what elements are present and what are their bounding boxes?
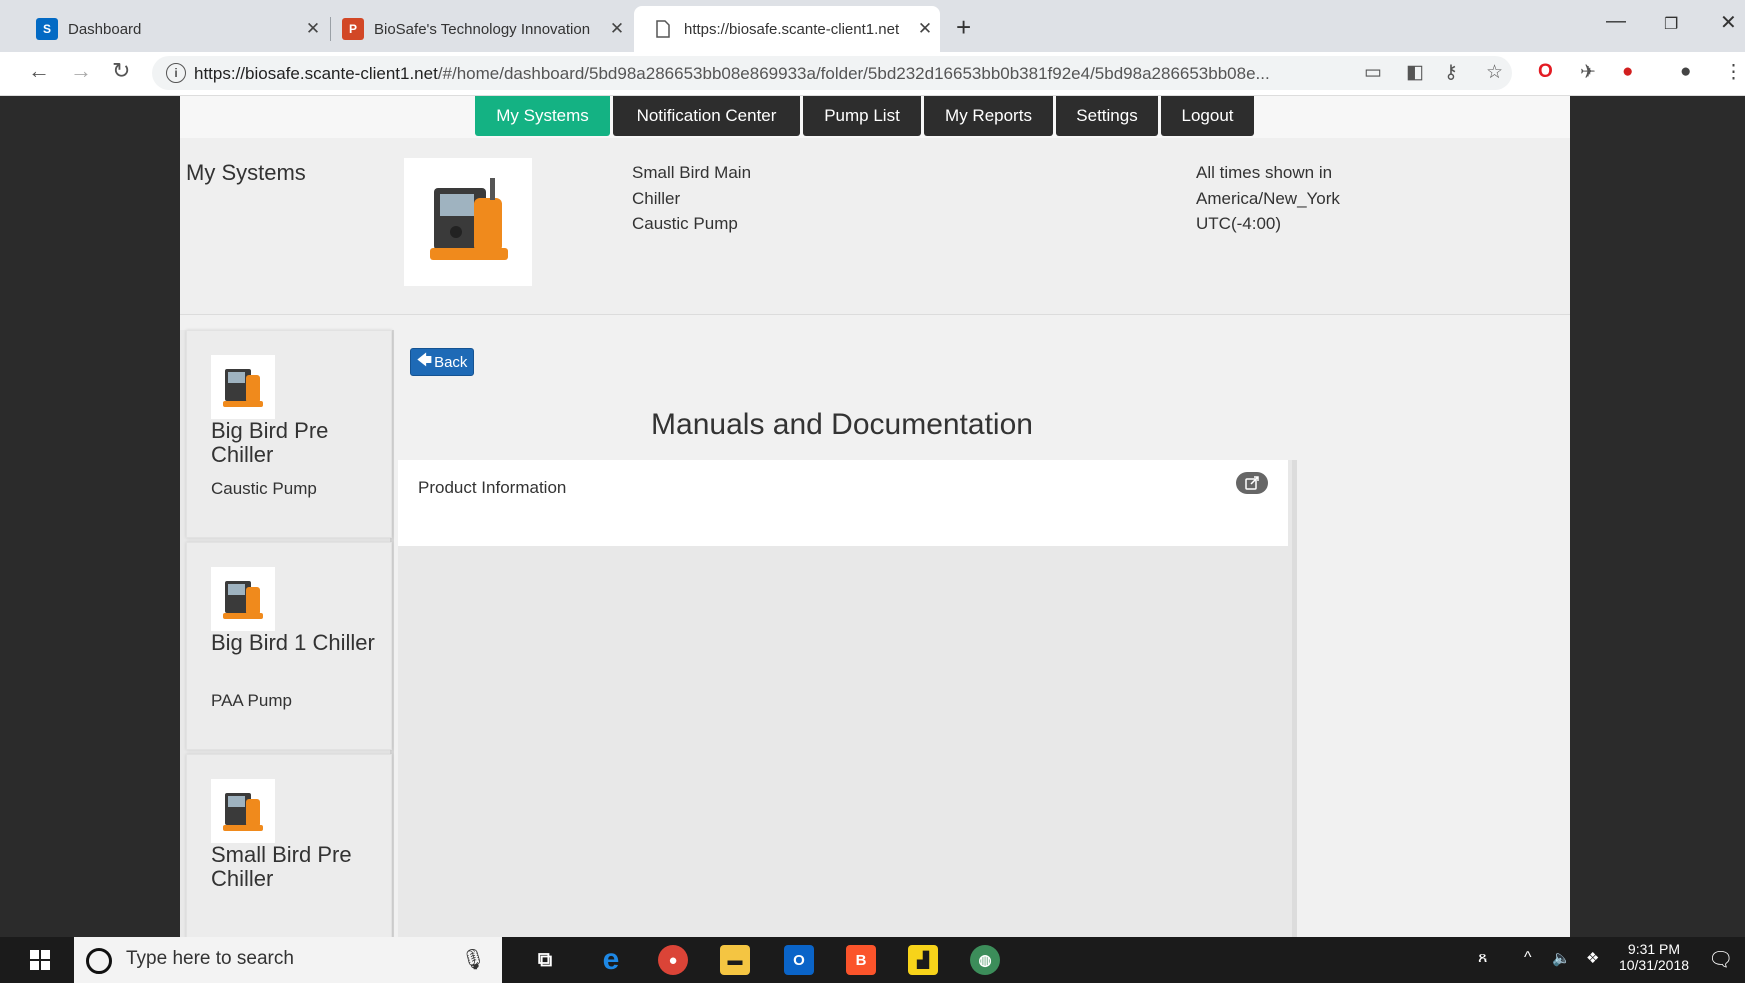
nav-logout[interactable]: Logout xyxy=(1161,96,1254,136)
minimize-icon[interactable]: — xyxy=(1606,10,1626,33)
globe-app-icon[interactable]: ◍ xyxy=(970,945,1000,975)
system-card[interactable]: Small Bird Pre Chiller xyxy=(186,754,392,937)
file-explorer-icon[interactable]: ▬ xyxy=(720,945,750,975)
system-info: Small Bird Main Chiller Caustic Pump xyxy=(632,160,751,237)
clock[interactable]: 9:31 PM 10/31/2018 xyxy=(1612,941,1696,973)
system-card-type: PAA Pump xyxy=(211,691,292,710)
page-viewport: My Systems Notification Center Pump List… xyxy=(12,96,1570,937)
reload-icon[interactable]: ↻ xyxy=(112,58,130,84)
restore-icon[interactable]: ❐ xyxy=(1664,14,1678,34)
back-arrow-icon[interactable]: ← xyxy=(28,58,50,84)
system-sidebar: Big Bird Pre Chiller Caustic Pump Big Bi… xyxy=(180,330,394,937)
system-name-line: Small Bird Main xyxy=(632,163,752,182)
taskbar-search[interactable]: Type here to search 🎙 xyxy=(74,937,502,983)
forward-arrow-icon[interactable]: → xyxy=(70,58,92,84)
menu-dots-icon[interactable]: ⋮ xyxy=(1724,61,1743,84)
top-nav: My Systems Notification Center Pump List… xyxy=(180,96,1570,138)
nav-settings[interactable]: Settings xyxy=(1056,96,1158,136)
opera-icon[interactable]: O xyxy=(1538,61,1553,83)
extension-icon[interactable]: ◧ xyxy=(1406,61,1424,84)
documents-panel: Product Information xyxy=(398,460,1297,937)
browser-tab-strip: S Dashboard ✕ P BioSafe's Technology Inn… xyxy=(0,0,1745,52)
cast-icon[interactable]: ▭ xyxy=(1364,61,1382,84)
system-card-name: Big Bird Pre Chiller xyxy=(211,418,329,467)
system-header: My Systems Small Bird Main Chiller Caust… xyxy=(180,138,1570,315)
tab-dashboard[interactable]: S Dashboard ✕ xyxy=(12,6,328,52)
new-tab-button[interactable]: + xyxy=(956,12,971,43)
url-text[interactable]: https://biosafe.scante-client1.net/#/hom… xyxy=(194,64,1374,84)
profile-icon[interactable]: ● xyxy=(1680,61,1691,83)
nav-pump-list[interactable]: Pump List xyxy=(803,96,921,136)
extension-badge-icon[interactable]: ✈ xyxy=(1580,61,1596,84)
address-bar[interactable]: i https://biosafe.scante-client1.net/#/h… xyxy=(152,56,1512,90)
nav-my-systems[interactable]: My Systems xyxy=(475,96,610,136)
system-card[interactable]: Big Bird 1 Chiller PAA Pump xyxy=(186,542,392,750)
task-view-icon[interactable]: ⧉ xyxy=(530,945,560,975)
tab-active-page[interactable]: https://biosafe.scante-client1.net ✕ xyxy=(634,6,940,52)
browser-toolbar: ← → ↻ i https://biosafe.scante-client1.n… xyxy=(0,52,1745,96)
arrow-left-icon: 🡄 xyxy=(416,351,433,369)
system-name-line: Caustic Pump xyxy=(632,214,738,233)
app-container: My Systems Notification Center Pump List… xyxy=(180,96,1570,937)
section-title: Manuals and Documentation xyxy=(651,408,1033,441)
page-icon xyxy=(652,18,674,40)
microphone-icon[interactable]: 🎙 xyxy=(461,947,486,972)
pump-thumbnail xyxy=(211,355,275,419)
powerpoint-icon: P xyxy=(342,18,364,40)
nav-notification-center[interactable]: Notification Center xyxy=(613,96,800,136)
tab-biosafe-presentation[interactable]: P BioSafe's Technology Innovation ✕ xyxy=(334,6,632,52)
window-close-icon[interactable]: ✕ xyxy=(1720,10,1737,35)
outlook-icon[interactable]: O xyxy=(784,945,814,975)
dropbox-icon[interactable]: ❖ xyxy=(1586,949,1599,967)
external-link-icon[interactable] xyxy=(1236,472,1268,494)
star-icon[interactable]: ☆ xyxy=(1486,61,1503,84)
people-icon[interactable]: ጸ xyxy=(1478,949,1487,967)
pump-thumbnail xyxy=(211,779,275,843)
sticky-notes-icon[interactable]: ▟ xyxy=(908,945,938,975)
close-icon[interactable]: ✕ xyxy=(298,19,328,39)
lock-extension-icon[interactable]: ● xyxy=(1622,61,1633,83)
close-icon[interactable]: ✕ xyxy=(910,19,940,39)
edge-icon[interactable]: e xyxy=(596,943,626,976)
document-row[interactable]: Product Information xyxy=(398,460,1288,546)
timezone-line: All times shown in xyxy=(1196,163,1333,182)
system-card-type: Caustic Pump xyxy=(211,479,317,498)
timezone-info: All times shown in America/New_York UTC(… xyxy=(1196,160,1340,237)
main-content: 🡄 Back Manuals and Documentation Product… xyxy=(394,330,1570,937)
system-card[interactable]: Big Bird Pre Chiller Caustic Pump xyxy=(186,330,392,538)
key-icon[interactable]: ⚷ xyxy=(1444,61,1458,84)
timezone-line: UTC(-4:00) xyxy=(1196,214,1282,233)
pump-image xyxy=(404,158,532,286)
brave-icon[interactable]: B xyxy=(846,945,876,975)
page-title: My Systems xyxy=(186,160,306,185)
close-icon[interactable]: ✕ xyxy=(602,19,632,39)
chevron-up-icon[interactable]: ^ xyxy=(1524,949,1532,967)
system-card-name: Small Bird Pre Chiller xyxy=(211,842,352,891)
pump-thumbnail xyxy=(211,567,275,631)
sharepoint-icon: S xyxy=(36,18,58,40)
timezone-line: America/New_York xyxy=(1196,188,1340,208)
notifications-icon[interactable]: 🗨 xyxy=(1708,947,1733,972)
document-label: Product Information xyxy=(418,478,567,497)
system-card-name: Big Bird 1 Chiller xyxy=(211,630,375,655)
windows-start-icon[interactable] xyxy=(30,950,50,975)
cortana-icon xyxy=(86,948,112,974)
system-name-line: Chiller xyxy=(632,188,681,208)
volume-icon[interactable]: 🔈 xyxy=(1552,949,1571,967)
windows-taskbar: Type here to search 🎙 ⧉ e ● ▬ O B ▟ ◍ ጸ … xyxy=(0,937,1745,983)
nav-my-reports[interactable]: My Reports xyxy=(924,96,1053,136)
back-button[interactable]: 🡄 Back xyxy=(410,348,474,376)
chrome-icon[interactable]: ● xyxy=(658,945,688,975)
info-icon[interactable]: i xyxy=(166,63,186,83)
